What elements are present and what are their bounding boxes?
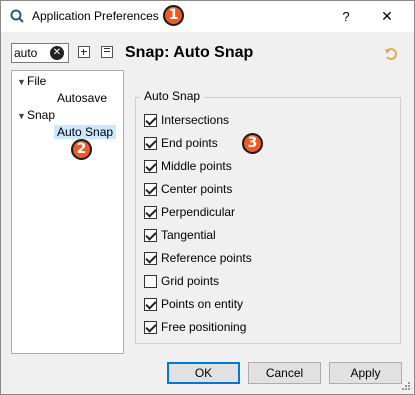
checkbox[interactable] [144,137,157,150]
checkbox-label: Reference points [161,251,252,265]
close-button[interactable]: ✕ [368,1,406,32]
chevron-down-icon[interactable]: ▼ [17,108,27,124]
checkbox-label: Center points [161,182,233,196]
tree-item-autosave[interactable]: Autosave [57,90,107,106]
resize-grip-icon[interactable] [401,381,411,391]
preferences-dialog: Application Preferences ? ✕ 1 ✕ Snap: Au… [0,0,415,395]
category-tree[interactable]: ▼File Autosave ▼Snap Auto Snap [11,70,124,354]
checkbox[interactable] [144,114,157,127]
search-field[interactable]: ✕ [11,43,69,63]
chevron-down-icon[interactable]: ▼ [17,74,27,90]
checkbox[interactable] [144,252,157,265]
reset-icon[interactable] [384,47,398,61]
window-title: Application Preferences [32,9,159,23]
checkbox[interactable] [144,275,157,288]
tree-item-label: File [27,74,47,88]
help-button[interactable]: ? [332,1,360,32]
checkbox-label: Free positioning [161,320,247,334]
checkbox[interactable] [144,183,157,196]
checkbox[interactable] [144,206,157,219]
cancel-button[interactable]: Cancel [248,362,321,384]
tree-item-label: Autosave [57,91,108,105]
tree-item-label: Auto Snap [54,125,117,139]
checkbox-label: End points [161,136,218,150]
checkbox-label: Grid points [161,274,220,288]
callout-badge-1: 1 [163,5,184,26]
tree-item-snap[interactable]: ▼Snap [17,107,55,123]
checkbox-label: Tangential [161,228,216,242]
app-icon [10,9,24,23]
title-bar[interactable]: Application Preferences ? ✕ [1,1,414,32]
tree-item-auto-snap[interactable]: Auto Snap [54,124,117,140]
checkbox[interactable] [144,229,157,242]
checkbox-label: Perpendicular [161,205,236,219]
group-title: Auto Snap [141,89,204,103]
tree-item-file[interactable]: ▼File [17,73,46,89]
checkbox[interactable] [144,321,157,334]
search-input[interactable] [14,46,50,60]
callout-badge-2: 2 [71,139,92,160]
page-title: Snap: Auto Snap [125,44,254,61]
expand-all-icon[interactable] [78,46,90,58]
checkbox-label: Points on entity [161,297,244,311]
checkbox[interactable] [144,298,157,311]
tree-item-label: Snap [27,108,56,122]
ok-button[interactable]: OK [167,362,240,384]
checkbox[interactable] [144,160,157,173]
checkbox-label: Middle points [161,159,232,173]
apply-button[interactable]: Apply [329,362,402,384]
collapse-all-icon[interactable] [101,46,113,58]
checkbox-label: Intersections [161,113,230,127]
callout-badge-3: 3 [242,133,263,154]
clear-search-icon[interactable]: ✕ [50,46,64,60]
